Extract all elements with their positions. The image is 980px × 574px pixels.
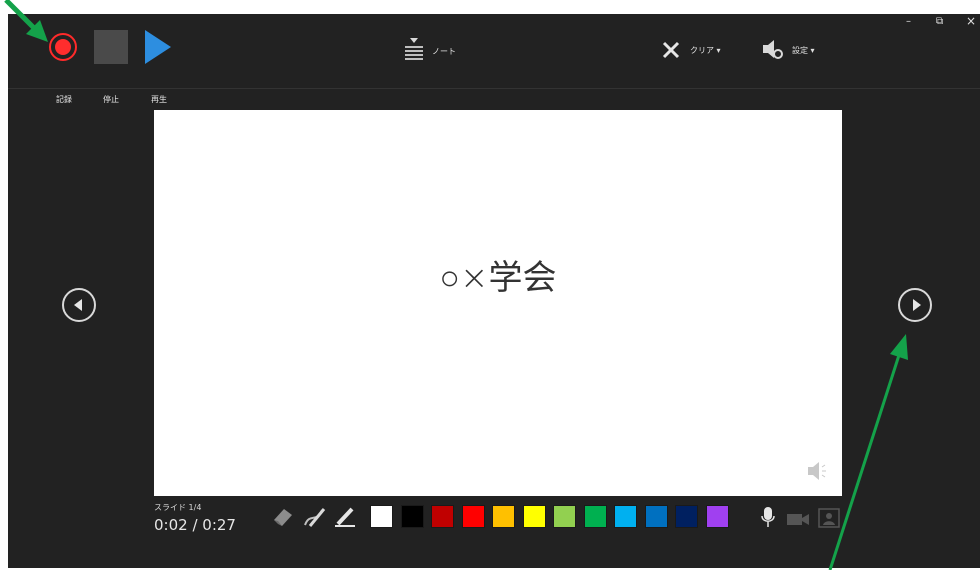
next-slide-icon: [913, 299, 921, 311]
recording-time: 0:02 / 0:27: [154, 516, 236, 534]
annotation-arrow-record-shape: [4, 0, 48, 42]
speaker-gear-icon: [763, 40, 783, 59]
previous-slide-button[interactable]: [62, 288, 96, 322]
ink-color-swatch[interactable]: [553, 505, 576, 528]
highlighter-icon[interactable]: [332, 506, 358, 528]
ink-color-swatch[interactable]: [675, 505, 698, 528]
clear-icon: [662, 41, 680, 59]
ink-color-swatch[interactable]: [492, 505, 515, 528]
ink-color-swatch[interactable]: [370, 505, 393, 528]
stop-icon: [94, 30, 128, 64]
play-label: 再生: [151, 95, 167, 104]
annotation-arrow-next: [820, 330, 920, 574]
microphone-icon[interactable]: [760, 506, 776, 528]
annotation-arrow-record: [0, 0, 70, 64]
notes-button[interactable]: ノート: [404, 38, 474, 64]
slide-canvas: ○×学会: [154, 110, 842, 496]
next-slide-button[interactable]: [898, 288, 932, 322]
settings-label: 設定 ▾: [792, 46, 815, 55]
recording-toolbar: 記録 停止 再生 ノート クリア ▾ 設定 ▾ – ⧉ ×: [8, 14, 980, 104]
camera-icon[interactable]: [786, 510, 810, 528]
pen-icon[interactable]: [302, 506, 328, 528]
close-button[interactable]: ×: [966, 14, 976, 28]
ink-color-swatch[interactable]: [461, 505, 485, 528]
slide-title: ○×学会: [439, 258, 557, 298]
ink-color-swatch[interactable]: [400, 505, 424, 528]
ink-color-swatch[interactable]: [644, 505, 668, 528]
restore-button[interactable]: ⧉: [936, 16, 943, 27]
stop-button[interactable]: 停止: [94, 30, 128, 104]
ink-color-swatch[interactable]: [431, 505, 454, 528]
notes-label: ノート: [432, 47, 456, 56]
clear-button[interactable]: クリア ▾: [660, 38, 740, 62]
clear-label: クリア ▾: [690, 46, 721, 55]
minimize-button[interactable]: –: [906, 16, 911, 27]
settings-button[interactable]: 設定 ▾: [762, 38, 842, 62]
ink-color-swatch[interactable]: [522, 505, 546, 528]
previous-slide-icon: [74, 299, 82, 311]
notes-icon: [405, 38, 423, 60]
ink-color-swatch[interactable]: [583, 505, 607, 528]
stop-label: 停止: [103, 95, 119, 104]
slide-counter: スライド 1/4: [154, 503, 202, 512]
ink-color-swatch[interactable]: [614, 505, 637, 528]
ink-color-swatch[interactable]: [705, 505, 729, 528]
play-icon: [145, 30, 171, 64]
record-label: 記録: [56, 95, 72, 104]
play-button[interactable]: 再生: [142, 30, 176, 104]
annotation-arrow-next-shape: [828, 334, 908, 571]
eraser-icon[interactable]: [270, 506, 296, 528]
